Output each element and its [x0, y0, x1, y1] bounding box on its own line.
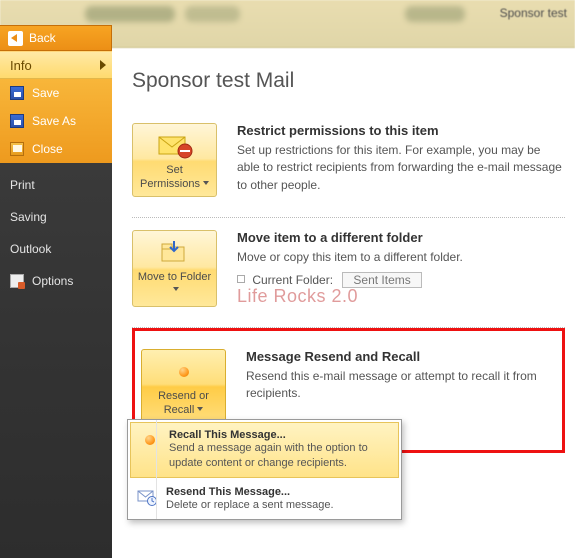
caret-right-icon — [100, 60, 106, 70]
menu-item-recall[interactable]: Recall This Message... Send a message ag… — [130, 422, 399, 478]
back-arrow-icon — [8, 31, 23, 46]
sidebar-item-label: Save — [32, 86, 59, 100]
sidebar-item-print[interactable]: Print — [0, 169, 112, 201]
sidebar-item-label: Options — [32, 274, 73, 288]
sidebar-item-label: Saving — [10, 210, 47, 224]
move-to-folder-button[interactable]: Move to Folder — [132, 230, 217, 307]
options-icon — [10, 274, 24, 288]
watermark-text: Life Rocks 2.0 — [237, 286, 463, 307]
menu-item-title: Resend This Message... — [166, 486, 334, 498]
recall-icon — [139, 429, 161, 451]
close-folder-icon — [10, 142, 24, 156]
page-title: Sponsor test Mail — [132, 69, 565, 93]
save-icon — [10, 86, 24, 100]
section-body: Move or copy this item to a different fo… — [237, 249, 463, 266]
folder-move-icon — [135, 237, 214, 269]
envelope-restrict-icon — [135, 130, 214, 162]
envelope-recall-icon — [144, 356, 223, 388]
resend-icon — [136, 486, 158, 508]
section-move: Move to Folder Move item to a different … — [132, 218, 565, 328]
resend-or-recall-button[interactable]: Resend or Recall — [141, 349, 226, 423]
menu-item-desc: Delete or replace a sent message. — [166, 498, 334, 513]
button-label: Set Permissions — [135, 164, 214, 192]
current-folder-label: Current Folder: — [252, 273, 333, 287]
sidebar-item-save-as[interactable]: Save As — [0, 107, 112, 135]
section-title: Restrict permissions to this item — [237, 123, 565, 138]
sidebar-item-save[interactable]: Save — [0, 79, 112, 107]
set-permissions-button[interactable]: Set Permissions — [132, 123, 217, 197]
sidebar-tab-info[interactable]: Info — [0, 51, 112, 79]
back-button[interactable]: Back — [0, 25, 112, 51]
menu-item-resend[interactable]: Resend This Message... Delete or replace… — [128, 480, 401, 519]
button-label: Resend or Recall — [144, 390, 223, 418]
resend-recall-dropdown: Recall This Message... Send a message ag… — [127, 419, 402, 520]
section-title: Message Resend and Recall — [246, 349, 556, 364]
sidebar-item-label: Outlook — [10, 242, 51, 256]
menu-item-desc: Send a message again with the option to … — [169, 441, 390, 471]
sidebar-item-close[interactable]: Close — [0, 135, 112, 163]
sidebar-tab-info-label: Info — [10, 58, 32, 73]
sidebar-item-saving[interactable]: Saving — [0, 201, 112, 233]
menu-item-title: Recall This Message... — [169, 429, 390, 441]
save-as-icon — [10, 114, 24, 128]
sidebar-item-outlook[interactable]: Outlook — [0, 233, 112, 265]
bullet-icon — [237, 275, 245, 283]
button-label: Move to Folder — [135, 271, 214, 299]
section-body: Resend this e-mail message or attempt to… — [246, 368, 556, 403]
backstage-sidebar: Info Save Save As Close Print Saving Out… — [0, 51, 112, 558]
section-permissions: Set Permissions Restrict permissions to … — [132, 111, 565, 218]
section-body: Set up restrictions for this item. For e… — [237, 142, 565, 194]
back-label: Back — [29, 31, 56, 45]
sidebar-item-label: Save As — [32, 114, 76, 128]
sidebar-item-label: Print — [10, 178, 35, 192]
section-title: Move item to a different folder — [237, 230, 463, 245]
sidebar-item-options[interactable]: Options — [0, 265, 112, 297]
sidebar-item-label: Close — [32, 142, 63, 156]
window-title-fragment: Sponsor test — [500, 6, 567, 20]
